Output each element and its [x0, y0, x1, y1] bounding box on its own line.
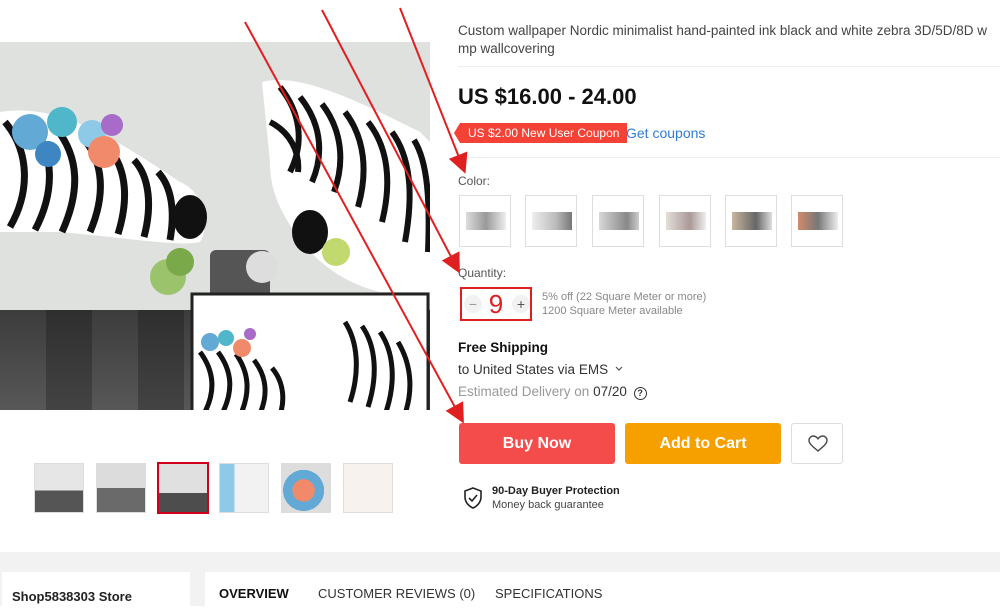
- quantity-label: Quantity:: [458, 266, 507, 280]
- color-swatch[interactable]: [592, 195, 644, 247]
- shipping-title: Free Shipping: [458, 340, 549, 355]
- gallery-thumbnail[interactable]: [34, 463, 84, 513]
- color-swatch[interactable]: [459, 195, 511, 247]
- decrease-button[interactable]: −: [464, 295, 482, 313]
- product-title-line-1: Custom wallpaper Nordic minimalist hand-…: [458, 23, 987, 38]
- bulk-discount-text: 5% off (22 Square Meter or more): [542, 291, 707, 303]
- buy-now-button[interactable]: Buy Now: [459, 423, 615, 464]
- product-price: US $16.00 - 24.00: [458, 84, 637, 109]
- store-name[interactable]: Shop5838303 Store: [12, 589, 132, 604]
- delivery-date: 07/20: [593, 384, 627, 399]
- color-swatch[interactable]: [791, 195, 843, 247]
- store-card[interactable]: Shop5838303 Store: [2, 572, 190, 612]
- zebra-art: [0, 80, 430, 410]
- tab-specifications[interactable]: SPECIFICATIONS: [495, 586, 602, 601]
- shipping-destination[interactable]: to United States via EMS: [458, 360, 623, 377]
- get-coupons-link[interactable]: Get coupons: [626, 125, 705, 141]
- quantity-value[interactable]: 9: [484, 290, 508, 318]
- color-label: Color:: [458, 174, 491, 188]
- wishlist-button[interactable]: [791, 423, 843, 464]
- divider: [458, 157, 1000, 158]
- gallery-thumbnail[interactable]: [343, 463, 393, 513]
- product-main-image[interactable]: [0, 42, 430, 410]
- gallery-thumbnail[interactable]: [219, 463, 269, 513]
- shield-check-icon: [463, 487, 483, 514]
- increase-button[interactable]: +: [512, 295, 530, 313]
- shipping-destination-text: to United States via EMS: [458, 362, 609, 377]
- availability-text: 1200 Square Meter available: [542, 305, 683, 317]
- product-title-line-2: mp wallcovering: [458, 41, 555, 56]
- tab-overview[interactable]: OVERVIEW: [219, 586, 289, 601]
- quantity-stepper[interactable]: − 9 +: [460, 287, 532, 321]
- coupon-badge[interactable]: US $2.00 New User Coupon: [453, 123, 628, 143]
- color-swatch[interactable]: [525, 195, 577, 247]
- gallery-thumbnail[interactable]: [281, 463, 331, 513]
- protection-title: 90-Day Buyer Protection: [492, 485, 620, 497]
- gallery-thumbnail[interactable]: [96, 463, 146, 513]
- delivery-estimate: Estimated Delivery on 07/20 ?: [458, 384, 647, 400]
- tab-customer-reviews[interactable]: CUSTOMER REVIEWS (0): [318, 586, 475, 601]
- question-circle-icon[interactable]: ?: [633, 387, 647, 400]
- color-swatch[interactable]: [659, 195, 711, 247]
- heart-icon: [808, 435, 828, 458]
- detail-tabs: OVERVIEW CUSTOMER REVIEWS (0) SPECIFICAT…: [205, 572, 1000, 612]
- gallery-thumbnail-selected[interactable]: [157, 462, 209, 514]
- divider: [458, 66, 1000, 67]
- chevron-down-icon: [615, 360, 623, 375]
- color-swatch[interactable]: [725, 195, 777, 247]
- protection-subtitle: Money back guarantee: [492, 499, 604, 511]
- delivery-estimate-label: Estimated Delivery on: [458, 384, 590, 399]
- add-to-cart-button[interactable]: Add to Cart: [625, 423, 781, 464]
